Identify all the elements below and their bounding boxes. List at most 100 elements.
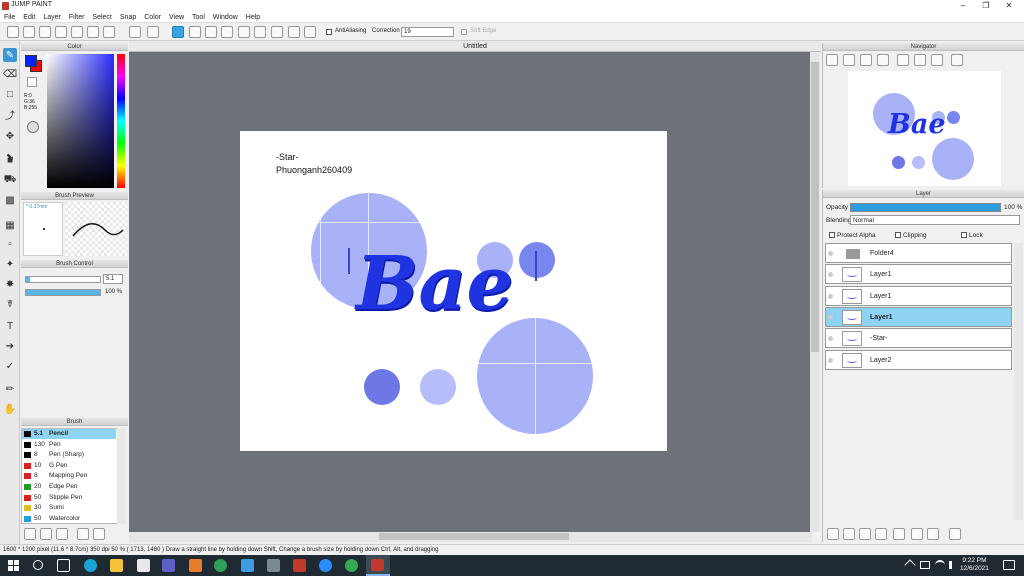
notification-icon[interactable] bbox=[1003, 560, 1015, 570]
brush-item-g-pen[interactable]: 10 G Pen bbox=[22, 461, 116, 471]
brush-menu-icon[interactable] bbox=[56, 528, 68, 540]
layer-row-1[interactable]: Layer1 bbox=[825, 264, 1012, 285]
visibility-icon[interactable] bbox=[828, 314, 833, 320]
eyedropper-tool-icon[interactable]: ✓ bbox=[3, 359, 17, 373]
camera-icon[interactable] bbox=[267, 559, 280, 572]
brush-item-pen-sharp-[interactable]: 8 Pen (Sharp) bbox=[22, 450, 116, 460]
pen-tool-icon[interactable]: ✎ bbox=[3, 48, 17, 62]
layer-opacity-slider[interactable] bbox=[850, 203, 1001, 212]
smudge-tool-icon[interactable]: ☤ bbox=[3, 297, 17, 311]
canvas-horizontal-scrollbar[interactable] bbox=[129, 532, 812, 542]
settings-icon[interactable] bbox=[103, 26, 115, 38]
undo-icon[interactable] bbox=[129, 26, 141, 38]
start-icon[interactable] bbox=[8, 560, 19, 571]
move-tool-icon[interactable]: ✥ bbox=[3, 129, 17, 143]
merge-layer-icon[interactable] bbox=[927, 528, 939, 540]
magic-wand-tool-icon[interactable]: ✦ bbox=[3, 257, 17, 271]
menu-snap[interactable]: Snap bbox=[116, 12, 140, 23]
brush-copy-icon[interactable] bbox=[40, 528, 52, 540]
layer-row-3[interactable]: Layer1 bbox=[825, 306, 1012, 327]
layer-row-2[interactable]: Layer1 bbox=[825, 285, 1012, 306]
taskbar-clock[interactable]: 9:22 PM 12/6/2021 bbox=[960, 557, 989, 573]
save-as-icon[interactable] bbox=[71, 26, 83, 38]
lock-checkbox[interactable] bbox=[961, 232, 967, 238]
dropper2-tool-icon[interactable]: ✏ bbox=[3, 382, 17, 396]
antialias-checkbox[interactable] bbox=[326, 29, 332, 35]
foreground-color-swatch[interactable] bbox=[25, 55, 37, 67]
volume-icon[interactable] bbox=[949, 561, 957, 569]
redo-icon[interactable] bbox=[147, 26, 159, 38]
text-tool-icon[interactable]: T bbox=[3, 319, 17, 333]
fit-icon[interactable] bbox=[860, 54, 872, 66]
brush-settings-icon[interactable] bbox=[77, 528, 89, 540]
brush-item-watercolor[interactable]: 50 Watercolor bbox=[22, 514, 116, 524]
snap-curve-icon[interactable] bbox=[271, 26, 283, 38]
bucket-tool-icon[interactable]: ⛟ bbox=[3, 173, 17, 187]
zoom-icon[interactable] bbox=[319, 559, 332, 572]
app-green-icon[interactable] bbox=[214, 559, 227, 572]
select-eraser-tool-icon[interactable]: ▫ bbox=[3, 237, 17, 251]
menu-help[interactable]: Help bbox=[242, 12, 264, 23]
task-view-icon[interactable] bbox=[57, 559, 70, 572]
brush-opacity-slider[interactable] bbox=[25, 289, 101, 296]
clipping-checkbox[interactable] bbox=[895, 232, 901, 238]
visibility-icon[interactable] bbox=[828, 272, 833, 278]
flip-icon[interactable] bbox=[951, 54, 963, 66]
snap-grid-icon[interactable] bbox=[205, 26, 217, 38]
brush-item-edge-pen[interactable]: 20 Edge Pen bbox=[22, 482, 116, 492]
document-tab[interactable]: Untitled bbox=[129, 41, 821, 52]
layer-row-4[interactable]: -Star- bbox=[825, 328, 1012, 349]
tray-chevron-icon[interactable] bbox=[904, 559, 916, 571]
snap-vanishing-icon[interactable] bbox=[221, 26, 233, 38]
snap-circle-icon[interactable] bbox=[254, 26, 266, 38]
brush-size-slider[interactable] bbox=[25, 276, 101, 283]
eraser-tool-icon[interactable]: ⌫ bbox=[3, 67, 17, 81]
chrome-icon[interactable] bbox=[345, 559, 358, 572]
hue-slider[interactable] bbox=[117, 54, 125, 188]
protect-alpha-checkbox[interactable] bbox=[829, 232, 835, 238]
new-file-icon[interactable] bbox=[7, 26, 19, 38]
rotate-left-icon[interactable] bbox=[897, 54, 909, 66]
gradient-tool-icon[interactable]: ▩ bbox=[3, 193, 17, 207]
blur-tool-icon[interactable]: ✸ bbox=[3, 277, 17, 291]
maximize-icon[interactable]: ❐ bbox=[975, 0, 997, 12]
rect-select-tool-icon[interactable]: □ bbox=[3, 87, 17, 101]
layer-row-0[interactable]: Folder4 bbox=[825, 243, 1012, 263]
app-blue-icon[interactable] bbox=[241, 559, 254, 572]
menu-color[interactable]: Color bbox=[140, 12, 165, 23]
edge-browser-icon[interactable] bbox=[84, 559, 97, 572]
color-wheel-icon[interactable] bbox=[27, 121, 39, 133]
jump-paint-taskbar-item[interactable] bbox=[366, 555, 390, 576]
menu-select[interactable]: Select bbox=[88, 12, 115, 23]
new-text-layer-icon[interactable] bbox=[859, 528, 871, 540]
rotate-right-icon[interactable] bbox=[931, 54, 943, 66]
brush-item-pencil[interactable]: 5.1 Pencil bbox=[22, 429, 116, 439]
app-red-icon[interactable] bbox=[293, 559, 306, 572]
brush-list-scrollbar[interactable] bbox=[117, 428, 126, 524]
new-folder-icon[interactable] bbox=[893, 528, 905, 540]
select-pen-tool-icon[interactable]: ▦ bbox=[3, 218, 17, 232]
visibility-icon[interactable] bbox=[828, 336, 833, 342]
snap-edit-icon[interactable] bbox=[304, 26, 316, 38]
menu-filter[interactable]: Filter bbox=[65, 12, 89, 23]
softedge-checkbox[interactable] bbox=[461, 29, 467, 35]
delete-layer-icon[interactable] bbox=[949, 528, 961, 540]
snap-setting-icon[interactable] bbox=[288, 26, 300, 38]
brush-item-sumi[interactable]: 30 Sumi bbox=[22, 503, 116, 513]
wifi-icon[interactable] bbox=[935, 560, 945, 570]
duplicate-layer-icon[interactable] bbox=[911, 528, 923, 540]
lasso-tool-icon[interactable]: ⤴ bbox=[3, 107, 17, 122]
actual-size-icon[interactable] bbox=[877, 54, 889, 66]
new-vector-layer-icon[interactable] bbox=[843, 528, 855, 540]
navigator-thumbnail[interactable]: Bae bbox=[848, 71, 1001, 186]
file-explorer-icon[interactable] bbox=[110, 559, 123, 572]
zoom-out-icon[interactable] bbox=[843, 54, 855, 66]
blending-select[interactable]: Normal bbox=[850, 215, 1020, 225]
brush-add-icon[interactable] bbox=[24, 528, 36, 540]
visibility-icon[interactable] bbox=[828, 357, 833, 363]
layer-list-scrollbar[interactable] bbox=[1014, 243, 1023, 520]
app-orange-icon[interactable] bbox=[189, 559, 202, 572]
reset-rotate-icon[interactable] bbox=[914, 54, 926, 66]
layer-row-5[interactable]: Layer2 bbox=[825, 349, 1012, 370]
transparent-color-swatch[interactable] bbox=[27, 77, 37, 87]
